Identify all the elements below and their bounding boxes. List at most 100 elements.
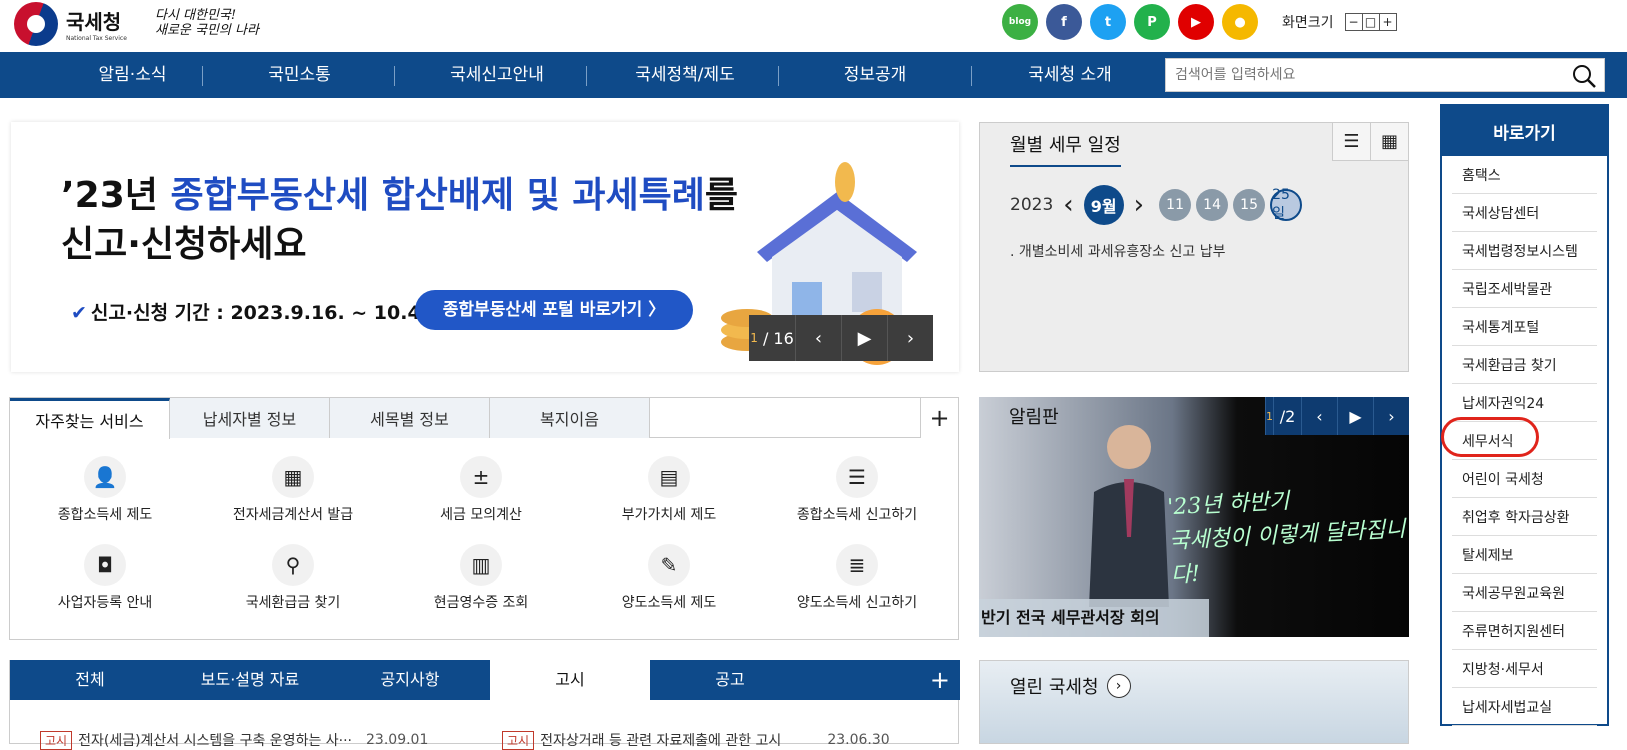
nts-logo[interactable]: 국세청 National Tax Service (14, 2, 127, 46)
schedule-day[interactable]: 14 (1196, 189, 1229, 221)
quick-link-item[interactable]: 국세상담센터 (1452, 194, 1597, 232)
board-caption: 반기 전국 세무관서장 회의 (979, 599, 1209, 637)
nav-item-tax-policy[interactable]: 국세정책/제도 (600, 52, 770, 98)
tab-announcements[interactable]: 공지사항 (330, 660, 490, 700)
prev-month-button[interactable]: ‹ (1063, 190, 1073, 220)
tab-frequent-services[interactable]: 자주찾는 서비스 (10, 398, 170, 439)
quick-links-title: 바로가기 (1442, 106, 1607, 156)
form-icon: ≣ (836, 544, 878, 586)
search-icon[interactable] (1572, 64, 1596, 88)
board-title: 알림판 (1009, 407, 1059, 428)
service-item[interactable]: ▥ 현금영수증 조회 (386, 544, 576, 612)
notice-more-button[interactable]: + (930, 666, 950, 694)
schedule-day-selected[interactable]: 25일 (1270, 187, 1303, 222)
nav-item-about[interactable]: 국세청 소개 (985, 52, 1155, 98)
services-more-button[interactable]: + (920, 398, 958, 438)
service-item[interactable]: ⚲ 국세환급금 찾기 (198, 544, 388, 612)
facebook-icon[interactable]: f (1046, 4, 1082, 40)
tab-all[interactable]: 전체 (10, 660, 170, 700)
board-slide-text: '23년 하반기 국세청이 이렇게 달라집니다! (1166, 488, 1407, 589)
service-item[interactable]: ≣ 양도소득세 신고하기 (762, 544, 952, 612)
nav-item-tax-filing[interactable]: 국세신고안내 (412, 52, 582, 98)
banner-pager: 1 / 16 (749, 315, 795, 361)
kakao-icon[interactable]: ● (1222, 4, 1258, 40)
font-reset-button[interactable]: □ (1361, 13, 1380, 31)
service-item[interactable]: ▤ 부가가치세 제도 (574, 456, 764, 524)
quick-link-item[interactable]: 취업후 학자금상환 (1452, 498, 1597, 536)
service-label: 전자세금계산서 발급 (232, 507, 354, 523)
youtube-icon[interactable]: ▶ (1178, 4, 1214, 40)
banner-headline: ’23년 종합부동산세 합산배제 및 과세특례를 (61, 175, 738, 216)
blog-icon[interactable]: blog (1002, 4, 1038, 40)
service-label: 현금영수증 조회 (433, 595, 529, 611)
main-banner[interactable]: ’23년 종합부동산세 합산배제 및 과세특례를 신고·신청하세요 ✔ 신고·신청… (11, 122, 959, 372)
notice-slider[interactable]: 알림판 '23년 하반기 국세청이 이렇게 달라집니다! 반기 전국 세무관서장… (979, 397, 1409, 637)
twitter-icon[interactable]: t (1090, 4, 1126, 40)
magnifier-icon: ⚲ (272, 544, 314, 586)
service-item[interactable]: ± 세금 모의계산 (386, 456, 576, 524)
list-view-icon[interactable]: ☰ (1332, 123, 1370, 161)
service-label: 양도소득세 제도 (621, 595, 717, 611)
quick-link-item[interactable]: 어린이 국세청 (1452, 460, 1597, 498)
quick-link-item[interactable]: 국립조세박물관 (1452, 270, 1597, 308)
schedule-day[interactable]: 15 (1233, 189, 1266, 221)
badge-icon: ◘ (84, 544, 126, 586)
post-icon[interactable]: P (1134, 4, 1170, 40)
quick-link-item[interactable]: 납세자세법교실 (1452, 688, 1597, 726)
search-input[interactable] (1166, 59, 1566, 91)
font-decrease-button[interactable]: − (1344, 13, 1363, 31)
quick-link-item[interactable]: 국세공무원교육원 (1452, 574, 1597, 612)
chevron-right-icon[interactable]: › (1106, 674, 1131, 698)
calculator-icon: ▦ (272, 456, 314, 498)
service-item[interactable]: 👤 종합소득세 제도 (10, 456, 200, 524)
schedule-day[interactable]: 11 (1159, 189, 1192, 221)
service-item[interactable]: ▦ 전자세금계산서 발급 (198, 456, 388, 524)
tab-press[interactable]: 보도·설명 자료 (170, 660, 330, 700)
service-item[interactable]: ☰ 종합소득세 신고하기 (762, 456, 952, 524)
schedule-year: 2023 (1010, 195, 1054, 215)
highlight-annotation (1441, 417, 1539, 457)
property-tax-portal-button[interactable]: 종합부동산세 포털 바로가기 〉 (415, 290, 693, 330)
quick-link-item[interactable]: 홈택스 (1452, 156, 1597, 194)
list-item[interactable]: 고시 전자(세금)계산서 시스템을 구축 운영하는 사··· 23.09.01 (40, 730, 428, 750)
service-label: 종합소득세 신고하기 (796, 507, 918, 523)
quick-link-item[interactable]: 국세환급금 찾기 (1452, 346, 1597, 384)
font-size-control: 화면크기 − □ + (1282, 12, 1397, 32)
main-nav: 알림·소식 국민소통 국세신고안내 국세정책/제도 정보공개 국세청 소개 (0, 52, 1627, 98)
board-prev-button[interactable]: ‹ (1301, 397, 1337, 435)
monthly-tax-schedule: 월별 세무 일정 ☰ ▦ 2023 ‹ 9월 › 11 14 15 25일 . … (979, 122, 1409, 372)
quick-link-item[interactable]: 지방청·세무서 (1452, 650, 1597, 688)
nav-item-communication[interactable]: 국민소통 (222, 52, 377, 98)
schedule-item[interactable]: . 개별소비세 과세유흥장소 신고 납부 (1010, 241, 1225, 261)
tab-public-notice[interactable]: 고시 (490, 660, 650, 700)
nav-item-disclosure[interactable]: 정보공개 (795, 52, 955, 98)
tab-tax-item-info[interactable]: 세목별 정보 (330, 398, 490, 438)
nav-item-news[interactable]: 알림·소식 (55, 52, 210, 98)
service-item[interactable]: ✎ 양도소득세 제도 (574, 544, 764, 612)
service-label: 양도소득세 신고하기 (796, 595, 918, 611)
quick-link-item[interactable]: 국세통계포털 (1452, 308, 1597, 346)
service-item[interactable]: ◘ 사업자등록 안내 (10, 544, 200, 612)
next-month-button[interactable]: › (1134, 190, 1144, 220)
banner-next-button[interactable]: › (887, 315, 933, 361)
banner-play-button[interactable]: ▶ (841, 315, 887, 361)
current-month: 9월 (1083, 185, 1124, 225)
calendar-icon[interactable]: ▦ (1370, 123, 1408, 161)
quick-link-item[interactable]: 주류면허지원센터 (1452, 612, 1597, 650)
quick-link-item[interactable]: 국세법령정보시스템 (1452, 232, 1597, 270)
service-label: 부가가치세 제도 (621, 507, 717, 523)
quick-link-item[interactable]: 탈세제보 (1452, 536, 1597, 574)
board-next-button[interactable]: › (1373, 397, 1409, 435)
board-play-button[interactable]: ▶ (1337, 397, 1373, 435)
open-nts: 열린 국세청 › (979, 660, 1409, 744)
tab-welfare[interactable]: 복지이음 (490, 398, 650, 438)
list-item[interactable]: 고시 전자상거래 등 관련 자료제출에 관한 고시 23.06.30 (502, 730, 890, 750)
notice-board: 전체 보도·설명 자료 공지사항 고시 공고 + 고시 전자(세금)계산서 시스템… (9, 660, 960, 750)
service-label: 사업자등록 안내 (57, 595, 153, 611)
font-increase-button[interactable]: + (1378, 13, 1397, 31)
pen-doc-icon: ✎ (648, 544, 690, 586)
tab-taxpayer-info[interactable]: 납세자별 정보 (170, 398, 330, 438)
tab-bulletin[interactable]: 공고 (650, 660, 810, 700)
banner-prev-button[interactable]: ‹ (795, 315, 841, 361)
document-icon: ☰ (836, 456, 878, 498)
